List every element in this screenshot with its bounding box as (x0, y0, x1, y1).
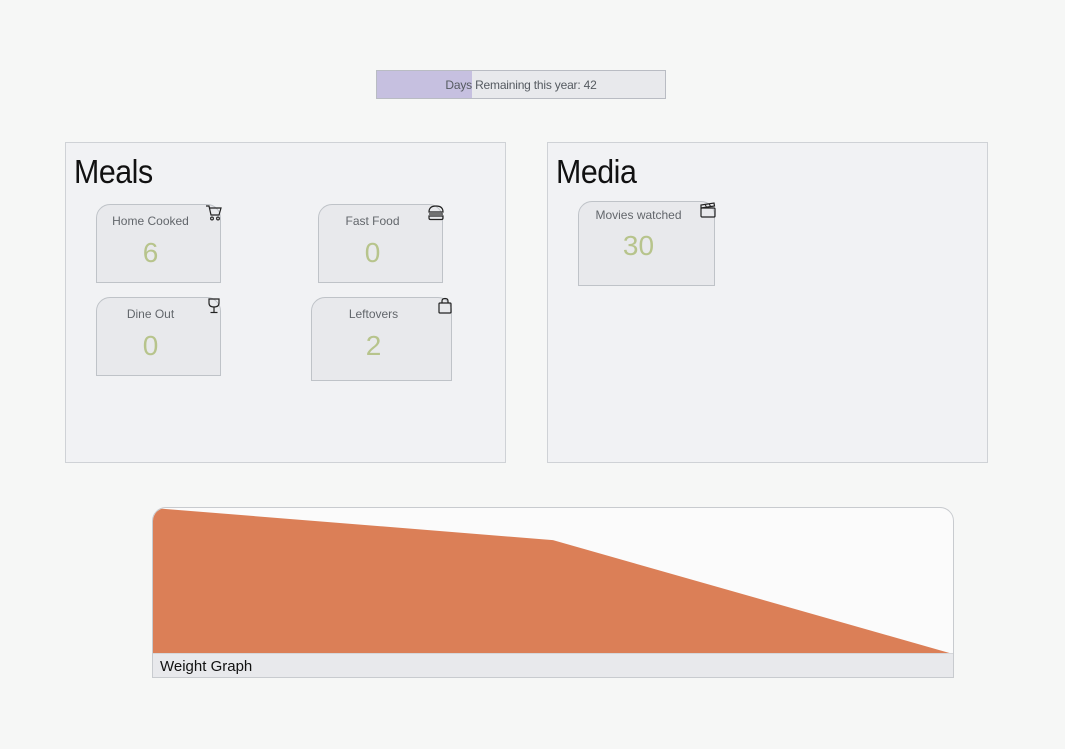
weight-graph-footer: Weight Graph (153, 653, 953, 677)
card-label: Home Cooked (112, 214, 189, 228)
card-label: Fast Food (345, 214, 400, 228)
wine-glass-icon (208, 298, 220, 314)
days-remaining-progress-bar: Days Remaining this year: 42 (376, 70, 666, 99)
card-value: 6 (142, 237, 159, 268)
movies-watched-card[interactable]: Movies watched 30 (578, 201, 716, 286)
weight-graph-plot (153, 508, 953, 654)
shopping-cart-icon (206, 205, 222, 221)
clapperboard-icon (700, 202, 716, 218)
burger-icon (428, 205, 444, 221)
meals-panel: Meals Home Cooked 6 Fast Food 0 Dine Out… (65, 142, 506, 463)
card-value: 0 (142, 330, 159, 361)
media-title: Media (556, 153, 637, 190)
card-value: 0 (364, 237, 381, 268)
card-label: Leftovers (348, 307, 399, 321)
meals-title: Meals (74, 153, 153, 190)
dine-out-card[interactable]: Dine Out 0 (96, 297, 221, 376)
card-label: Movies watched (595, 208, 682, 222)
weight-graph: Weight Graph (152, 507, 954, 678)
leftovers-card[interactable]: Leftovers 2 (311, 297, 452, 381)
fast-food-card[interactable]: Fast Food 0 (318, 204, 444, 283)
weight-graph-label: Weight Graph (160, 658, 253, 675)
weight-area (153, 508, 953, 654)
card-value: 2 (365, 330, 382, 361)
media-panel: Media Movies watched 30 (547, 142, 988, 463)
home-cooked-card[interactable]: Home Cooked 6 (96, 204, 222, 283)
progress-label: Days Remaining this year: 42 (445, 77, 597, 92)
card-value: 30 (622, 230, 655, 261)
card-label: Dine Out (126, 307, 175, 321)
shopping-bag-icon (438, 297, 452, 314)
